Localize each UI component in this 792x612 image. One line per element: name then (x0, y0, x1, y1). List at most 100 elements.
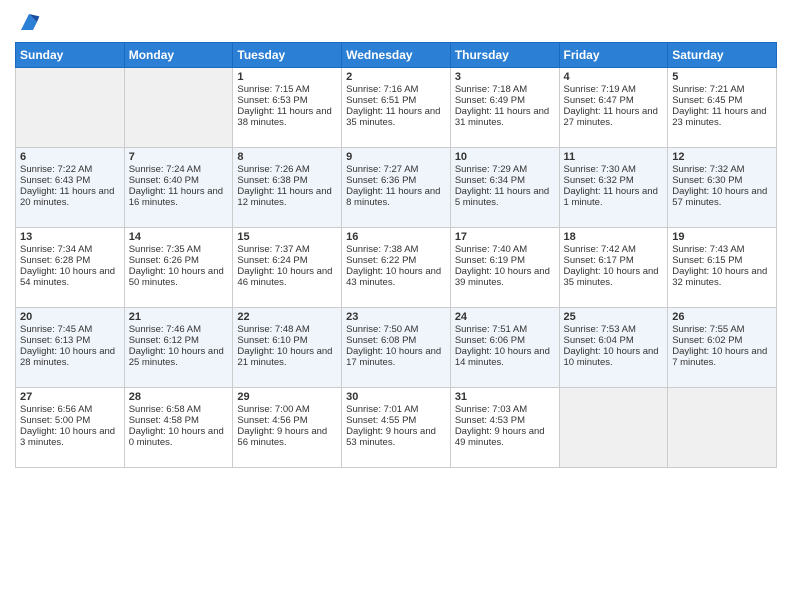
day-detail: Sunrise: 7:35 AM (129, 244, 229, 255)
day-detail: Daylight: 10 hours and 57 minutes. (672, 186, 772, 208)
day-detail: Sunrise: 7:42 AM (564, 244, 664, 255)
calendar-cell (559, 388, 668, 468)
day-detail: Sunrise: 7:32 AM (672, 164, 772, 175)
day-detail: Sunset: 5:00 PM (20, 415, 120, 426)
calendar-cell: 19Sunrise: 7:43 AMSunset: 6:15 PMDayligh… (668, 228, 777, 308)
day-detail: Sunset: 6:06 PM (455, 335, 555, 346)
day-header-sunday: Sunday (16, 43, 125, 68)
day-number: 10 (455, 151, 555, 163)
day-detail: Sunset: 6:24 PM (237, 255, 337, 266)
day-number: 27 (20, 391, 120, 403)
calendar-cell: 31Sunrise: 7:03 AMSunset: 4:53 PMDayligh… (450, 388, 559, 468)
day-number: 20 (20, 311, 120, 323)
day-number: 23 (346, 311, 446, 323)
day-detail: Daylight: 10 hours and 17 minutes. (346, 346, 446, 368)
day-detail: Daylight: 10 hours and 46 minutes. (237, 266, 337, 288)
calendar-cell (668, 388, 777, 468)
day-detail: Sunset: 6:17 PM (564, 255, 664, 266)
calendar-week-row: 27Sunrise: 6:56 AMSunset: 5:00 PMDayligh… (16, 388, 777, 468)
day-number: 6 (20, 151, 120, 163)
day-detail: Daylight: 11 hours and 20 minutes. (20, 186, 120, 208)
calendar-cell: 12Sunrise: 7:32 AMSunset: 6:30 PMDayligh… (668, 148, 777, 228)
calendar-cell: 18Sunrise: 7:42 AMSunset: 6:17 PMDayligh… (559, 228, 668, 308)
calendar-cell: 13Sunrise: 7:34 AMSunset: 6:28 PMDayligh… (16, 228, 125, 308)
calendar-cell: 16Sunrise: 7:38 AMSunset: 6:22 PMDayligh… (342, 228, 451, 308)
day-detail: Sunrise: 7:55 AM (672, 324, 772, 335)
calendar-cell: 10Sunrise: 7:29 AMSunset: 6:34 PMDayligh… (450, 148, 559, 228)
day-detail: Sunset: 6:10 PM (237, 335, 337, 346)
calendar-cell: 29Sunrise: 7:00 AMSunset: 4:56 PMDayligh… (233, 388, 342, 468)
day-detail: Sunset: 6:02 PM (672, 335, 772, 346)
day-detail: Sunset: 6:47 PM (564, 95, 664, 106)
day-detail: Sunrise: 7:43 AM (672, 244, 772, 255)
day-detail: Sunset: 6:36 PM (346, 175, 446, 186)
day-detail: Daylight: 10 hours and 28 minutes. (20, 346, 120, 368)
day-detail: Sunset: 6:08 PM (346, 335, 446, 346)
calendar-week-row: 1Sunrise: 7:15 AMSunset: 6:53 PMDaylight… (16, 68, 777, 148)
calendar-cell: 28Sunrise: 6:58 AMSunset: 4:58 PMDayligh… (124, 388, 233, 468)
day-number: 25 (564, 311, 664, 323)
logo-icon (17, 10, 41, 34)
day-detail: Sunrise: 7:18 AM (455, 84, 555, 95)
day-detail: Daylight: 10 hours and 3 minutes. (20, 426, 120, 448)
day-detail: Daylight: 11 hours and 1 minute. (564, 186, 664, 208)
day-number: 22 (237, 311, 337, 323)
day-detail: Sunrise: 7:27 AM (346, 164, 446, 175)
day-detail: Daylight: 10 hours and 50 minutes. (129, 266, 229, 288)
day-detail: Daylight: 10 hours and 14 minutes. (455, 346, 555, 368)
day-header-saturday: Saturday (668, 43, 777, 68)
day-detail: Daylight: 10 hours and 39 minutes. (455, 266, 555, 288)
day-detail: Sunset: 4:55 PM (346, 415, 446, 426)
day-detail: Daylight: 11 hours and 35 minutes. (346, 106, 446, 128)
day-header-tuesday: Tuesday (233, 43, 342, 68)
day-detail: Daylight: 10 hours and 21 minutes. (237, 346, 337, 368)
calendar-cell: 21Sunrise: 7:46 AMSunset: 6:12 PMDayligh… (124, 308, 233, 388)
day-detail: Sunrise: 7:24 AM (129, 164, 229, 175)
day-detail: Sunrise: 7:26 AM (237, 164, 337, 175)
day-detail: Sunset: 6:32 PM (564, 175, 664, 186)
day-detail: Sunset: 6:45 PM (672, 95, 772, 106)
day-detail: Sunset: 6:22 PM (346, 255, 446, 266)
day-detail: Daylight: 11 hours and 16 minutes. (129, 186, 229, 208)
day-detail: Sunset: 6:26 PM (129, 255, 229, 266)
day-number: 12 (672, 151, 772, 163)
day-detail: Sunrise: 7:15 AM (237, 84, 337, 95)
day-detail: Sunset: 6:34 PM (455, 175, 555, 186)
day-detail: Daylight: 10 hours and 10 minutes. (564, 346, 664, 368)
day-detail: Daylight: 11 hours and 5 minutes. (455, 186, 555, 208)
day-detail: Daylight: 9 hours and 53 minutes. (346, 426, 446, 448)
calendar-cell: 15Sunrise: 7:37 AMSunset: 6:24 PMDayligh… (233, 228, 342, 308)
day-detail: Sunrise: 7:21 AM (672, 84, 772, 95)
day-detail: Sunrise: 7:51 AM (455, 324, 555, 335)
day-detail: Sunrise: 7:22 AM (20, 164, 120, 175)
day-detail: Sunrise: 7:50 AM (346, 324, 446, 335)
day-detail: Sunset: 6:28 PM (20, 255, 120, 266)
day-detail: Daylight: 11 hours and 31 minutes. (455, 106, 555, 128)
day-detail: Daylight: 11 hours and 23 minutes. (672, 106, 772, 128)
day-number: 13 (20, 231, 120, 243)
day-detail: Daylight: 11 hours and 38 minutes. (237, 106, 337, 128)
day-detail: Sunrise: 7:00 AM (237, 404, 337, 415)
calendar-cell: 26Sunrise: 7:55 AMSunset: 6:02 PMDayligh… (668, 308, 777, 388)
day-number: 15 (237, 231, 337, 243)
day-detail: Sunset: 6:53 PM (237, 95, 337, 106)
day-detail: Sunrise: 7:37 AM (237, 244, 337, 255)
day-number: 1 (237, 71, 337, 83)
day-detail: Sunrise: 7:34 AM (20, 244, 120, 255)
logo (15, 10, 41, 34)
day-number: 29 (237, 391, 337, 403)
day-detail: Sunrise: 7:01 AM (346, 404, 446, 415)
calendar-cell: 11Sunrise: 7:30 AMSunset: 6:32 PMDayligh… (559, 148, 668, 228)
calendar-cell: 6Sunrise: 7:22 AMSunset: 6:43 PMDaylight… (16, 148, 125, 228)
day-detail: Daylight: 10 hours and 0 minutes. (129, 426, 229, 448)
day-number: 14 (129, 231, 229, 243)
day-detail: Sunset: 4:53 PM (455, 415, 555, 426)
calendar-cell: 5Sunrise: 7:21 AMSunset: 6:45 PMDaylight… (668, 68, 777, 148)
day-number: 11 (564, 151, 664, 163)
day-detail: Sunset: 6:38 PM (237, 175, 337, 186)
day-detail: Sunrise: 7:40 AM (455, 244, 555, 255)
day-detail: Sunrise: 7:29 AM (455, 164, 555, 175)
calendar-table: SundayMondayTuesdayWednesdayThursdayFrid… (15, 42, 777, 468)
calendar-cell: 30Sunrise: 7:01 AMSunset: 4:55 PMDayligh… (342, 388, 451, 468)
day-number: 26 (672, 311, 772, 323)
